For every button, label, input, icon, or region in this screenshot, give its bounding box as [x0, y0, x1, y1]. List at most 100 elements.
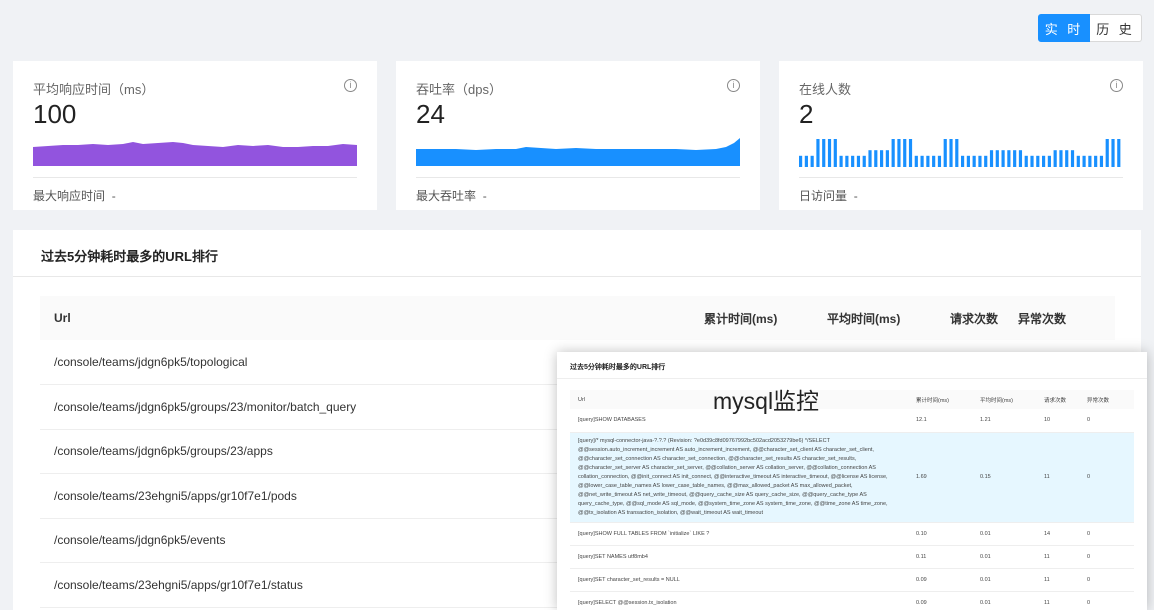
online-bar: [1013, 150, 1017, 167]
card-footer: 最大吞吐率 -: [416, 189, 487, 203]
online-bar: [1088, 155, 1092, 167]
table-row[interactable]: [query]SET character_set_results = NULL …: [570, 568, 1134, 592]
throughput-area-chart: [416, 138, 740, 166]
online-bar: [822, 139, 826, 167]
panel-title: 过去5分钟耗时最多的URL排行: [41, 249, 218, 264]
online-bar: [1047, 155, 1051, 167]
card-title: 吞吐率（dps）: [416, 82, 502, 97]
column-header: 累计时间(ms): [908, 390, 972, 409]
online-bar: [845, 155, 849, 167]
card-value: 2: [799, 99, 814, 129]
online-bar: [816, 139, 820, 167]
throughput-area: [416, 138, 740, 166]
online-bar: [1076, 155, 1080, 167]
online-bar: [868, 150, 872, 167]
online-bar: [949, 139, 953, 167]
avg-response-card: 平均响应时间（ms） i 100 最大响应时间 -: [13, 61, 377, 210]
mode-toggle: 实 时 历 史: [1038, 14, 1142, 42]
online-bar: [1082, 155, 1086, 167]
column-header: 请求次数: [1036, 390, 1079, 409]
online-bar: [1094, 155, 1098, 167]
realtime-button[interactable]: 实 时: [1038, 14, 1090, 42]
card-footer: 最大响应时间 -: [33, 189, 116, 203]
online-bar: [862, 155, 866, 167]
column-header: 平均时间(ms): [813, 296, 936, 340]
card-value: 100: [33, 99, 77, 129]
info-icon[interactable]: i: [1110, 79, 1123, 92]
online-bar: [851, 155, 855, 167]
info-icon[interactable]: i: [727, 79, 740, 92]
online-bar: [1117, 139, 1121, 167]
online-bar: [1099, 155, 1104, 167]
column-header: 异常次数: [1004, 296, 1115, 340]
online-bar: [989, 150, 994, 167]
mysql-table: Url 累计时间(ms) 平均时间(ms) 请求次数 异常次数 [query]S…: [570, 390, 1134, 610]
table-row[interactable]: [query]SHOW FULL TABLES FROM `initialize…: [570, 522, 1134, 546]
card-title: 平均响应时间（ms）: [33, 82, 155, 97]
online-bar: [1053, 150, 1057, 167]
online-bar: [966, 155, 970, 167]
online-bar: [995, 150, 999, 167]
table-row[interactable]: [query]SHOW DATABASES 12.1 1.21 10 0: [570, 409, 1134, 433]
online-bar: [937, 155, 942, 167]
online-bar: [1042, 155, 1046, 167]
table-header: Url 累计时间(ms) 平均时间(ms) 请求次数 异常次数: [40, 296, 1115, 340]
online-bar: [1070, 150, 1075, 167]
card-title: 在线人数: [799, 82, 852, 97]
online-bar: [1105, 139, 1109, 167]
online-bar: [1018, 150, 1023, 167]
online-bar: [880, 150, 884, 167]
mysql-monitor-overlay: 过去5分钟耗时最多的URL排行 Url 累计时间(ms) 平均时间(ms) 请求…: [557, 352, 1147, 610]
column-header: Url: [40, 296, 690, 340]
online-bar: [1059, 150, 1063, 167]
online-bar: [1036, 155, 1040, 167]
online-bar: [827, 139, 832, 167]
online-bar: [799, 155, 803, 167]
table-row[interactable]: [query]SET NAMES utf8mb4 0.11 0.01 11 0: [570, 545, 1134, 569]
column-header: 异常次数: [1079, 390, 1134, 409]
online-bar: [1111, 139, 1115, 167]
online-bar: [920, 155, 924, 167]
online-bar: [885, 150, 889, 167]
online-bar: [972, 155, 976, 167]
response-area-chart: [33, 142, 357, 166]
online-bar: [1001, 150, 1005, 167]
response-area: [33, 142, 357, 166]
table-row[interactable]: [query]SELECT @@session.tx_isolation 0.0…: [570, 591, 1134, 610]
online-bar: [856, 155, 861, 167]
card-value: 24: [416, 99, 445, 129]
table-row[interactable]: [query]/* mysql-connector-java-?.?.? (Re…: [570, 432, 1134, 523]
online-bar: [914, 155, 918, 167]
online-bar: [1065, 150, 1069, 167]
column-header: 平均时间(ms): [972, 390, 1036, 409]
online-bar: [839, 155, 843, 167]
online-bar: [978, 155, 982, 167]
online-bar: [932, 155, 936, 167]
online-bar: [955, 139, 959, 167]
table-header: Url 累计时间(ms) 平均时间(ms) 请求次数 异常次数: [570, 390, 1134, 409]
info-icon[interactable]: i: [344, 79, 357, 92]
history-button[interactable]: 历 史: [1090, 14, 1142, 42]
online-bar: [908, 139, 913, 167]
online-bar: [891, 139, 895, 167]
online-bar: [943, 139, 947, 167]
online-bar: [897, 139, 901, 167]
online-bar: [903, 139, 907, 167]
column-header: 请求次数: [936, 296, 1004, 340]
online-bar: [984, 155, 988, 167]
online-bar-chart: [799, 139, 1121, 167]
online-bar: [1007, 150, 1011, 167]
card-footer: 日访问量 -: [799, 189, 858, 203]
online-bar: [926, 155, 930, 167]
online-bar: [804, 155, 808, 167]
online-users-card: 在线人数 i 2 日访问量 -: [779, 61, 1143, 210]
throughput-card: 吞吐率（dps） i 24 最大吞吐率 -: [396, 61, 760, 210]
online-bar: [874, 150, 878, 167]
mysql-monitor-label: mysql监控: [713, 388, 820, 414]
overlay-title: 过去5分钟耗时最多的URL排行: [570, 364, 666, 371]
online-bar: [1024, 155, 1028, 167]
online-bar: [961, 155, 965, 167]
online-bar: [833, 139, 837, 167]
online-bar: [1030, 155, 1034, 167]
column-header: 累计时间(ms): [690, 296, 813, 340]
